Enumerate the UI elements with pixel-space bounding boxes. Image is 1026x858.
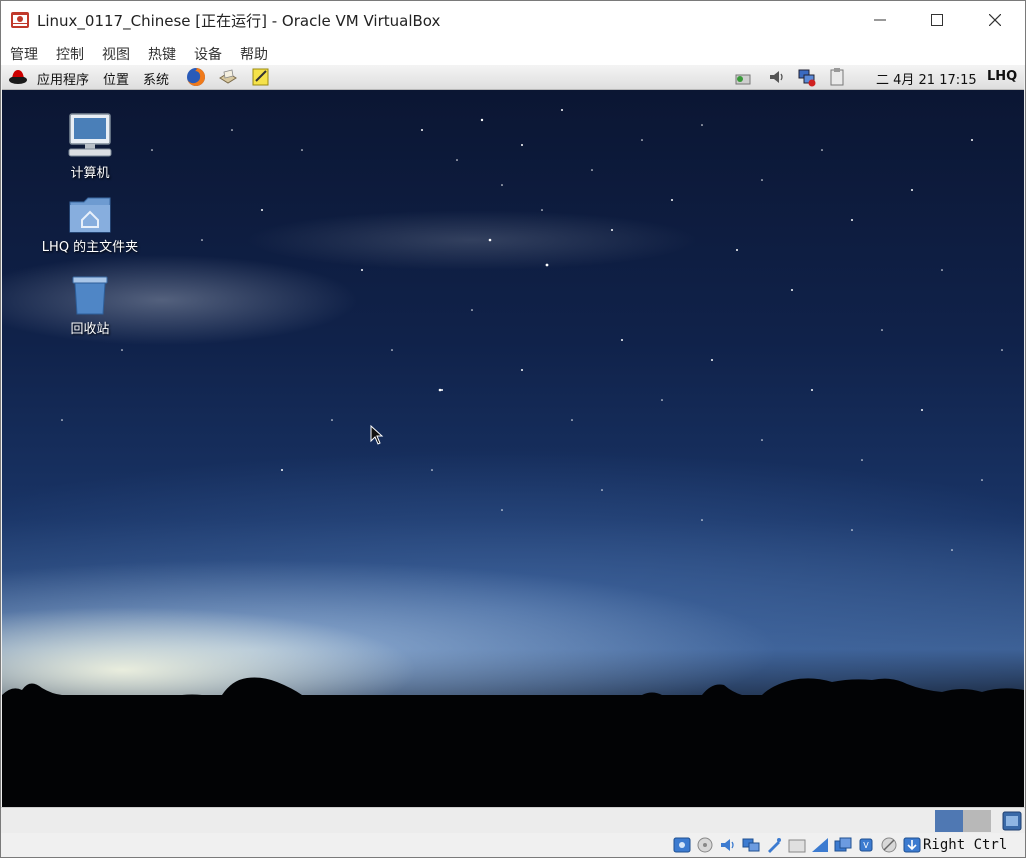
- vm-status-bar: V: [1, 833, 1025, 857]
- guest-display[interactable]: 应用程序 位置 系统 二 4月 21 17:15 LHQ 计算机 LHQ 的主文…: [2, 65, 1024, 807]
- hard-disk-icon[interactable]: [673, 837, 691, 853]
- menu-hotkeys[interactable]: 热键: [148, 44, 176, 64]
- panel-clock[interactable]: 二 4月 21 17:15: [876, 69, 977, 88]
- computer-icon: [68, 113, 112, 157]
- window-title: Linux_0117_Chinese [正在运行] - Oracle VM Vi…: [37, 12, 441, 30]
- desktop-icon-label: 回收站: [70, 322, 110, 337]
- mouse-integration-icon[interactable]: [880, 837, 898, 853]
- firefox-icon[interactable]: [186, 67, 206, 87]
- home-folder-icon: [69, 197, 111, 233]
- gnome-top-panel: 应用程序 位置 系统 二 4月 21 17:15 LHQ: [2, 65, 1024, 90]
- video-capture-icon[interactable]: [834, 837, 852, 853]
- usb-icon[interactable]: [765, 837, 783, 853]
- maximize-icon: [931, 14, 943, 26]
- minimize-button[interactable]: [851, 1, 909, 39]
- mini-toolbar-strip: [1, 807, 1025, 834]
- redhat-icon[interactable]: [8, 67, 28, 87]
- menu-devices[interactable]: 设备: [194, 44, 222, 64]
- menu-view[interactable]: 视图: [102, 44, 130, 64]
- menu-manage[interactable]: 管理: [10, 44, 38, 64]
- desktop-icon-computer[interactable]: 计算机: [35, 112, 145, 181]
- desktop-wallpaper: [2, 90, 1024, 807]
- keyboard-capture-icon[interactable]: [903, 837, 921, 853]
- network-disconnected-icon[interactable]: [797, 67, 817, 87]
- menu-bar: 管理 控制 视图 热键 设备 帮助: [1, 39, 1025, 65]
- panel-menu-places[interactable]: 位置: [103, 69, 129, 88]
- fullscreen-toggle-icon[interactable]: [1001, 810, 1023, 832]
- minimize-icon: [874, 19, 886, 21]
- audio-icon[interactable]: [719, 837, 737, 853]
- menu-control[interactable]: 控制: [56, 44, 84, 64]
- desktop-icon-label: 计算机: [70, 166, 110, 181]
- desktop-icon-label: LHQ 的主文件夹: [41, 240, 139, 255]
- menu-help[interactable]: 帮助: [240, 44, 268, 64]
- svg-text:V: V: [863, 841, 869, 850]
- close-icon: [989, 14, 1001, 26]
- desktop-icon-trash[interactable]: 回收站: [35, 274, 145, 337]
- virtualbox-window: Linux_0117_Chinese [正在运行] - Oracle VM Vi…: [0, 0, 1026, 858]
- mouse-cursor-icon: [370, 425, 384, 445]
- mail-icon[interactable]: [218, 67, 238, 87]
- notes-icon[interactable]: [251, 67, 271, 87]
- desktop-icon-home-folder[interactable]: LHQ 的主文件夹: [35, 194, 145, 255]
- cpu-icon[interactable]: V: [857, 837, 875, 853]
- ground-silhouette: [2, 695, 1024, 807]
- scale-mode-icon[interactable]: [935, 810, 991, 832]
- maximize-button[interactable]: [908, 1, 966, 39]
- close-button[interactable]: [966, 1, 1024, 39]
- panel-user[interactable]: LHQ: [987, 69, 1017, 84]
- shared-folders-icon[interactable]: [788, 837, 806, 853]
- network-icon[interactable]: [733, 67, 753, 87]
- host-key-label[interactable]: Right Ctrl: [923, 837, 1007, 853]
- optical-drive-icon[interactable]: [696, 837, 714, 853]
- network-icon[interactable]: [742, 837, 760, 853]
- trash-icon: [72, 276, 108, 315]
- clipboard-icon[interactable]: [827, 67, 847, 87]
- virtualbox-vm-icon[interactable]: [10, 10, 30, 30]
- panel-menu-applications[interactable]: 应用程序: [37, 69, 89, 88]
- stars-decoration: [61, 109, 1003, 551]
- display-icon[interactable]: [811, 837, 829, 853]
- title-bar[interactable]: Linux_0117_Chinese [正在运行] - Oracle VM Vi…: [1, 1, 1025, 39]
- volume-icon[interactable]: [767, 67, 787, 87]
- panel-menu-system[interactable]: 系统: [143, 69, 169, 88]
